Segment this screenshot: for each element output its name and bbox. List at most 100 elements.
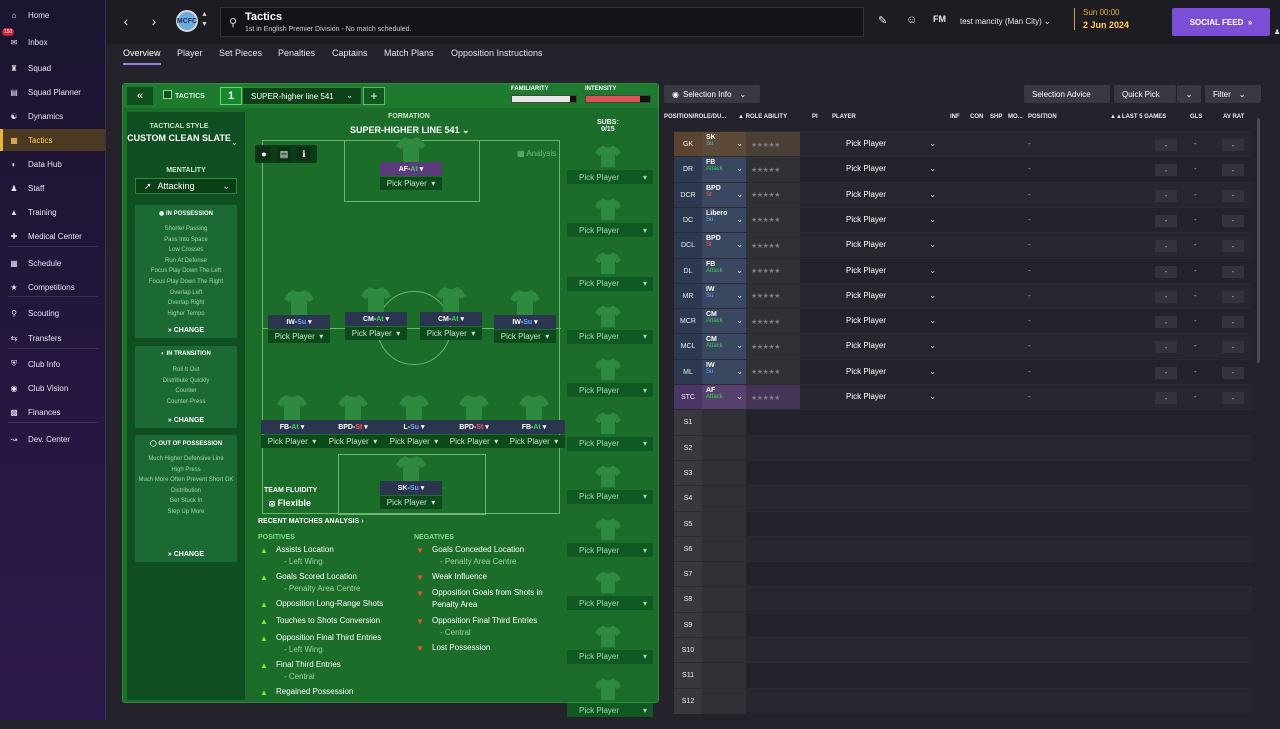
table-row[interactable]: S9 (674, 611, 1252, 638)
pick-player-select[interactable]: Pick Player ▾ (268, 330, 330, 343)
role-duty-select[interactable]: BPD - St ▾ (443, 420, 505, 434)
date-block[interactable]: Sun 00:00 2 Jun 2024 (1074, 8, 1129, 30)
sidebar-item-training[interactable]: ▲ Training (0, 201, 105, 223)
info-view-icon[interactable]: ℹ (297, 147, 311, 161)
familiarity-bar[interactable] (511, 95, 577, 103)
table-row[interactable]: S1 (674, 409, 1252, 436)
page-title-box[interactable]: ⚲ Tactics 1st in English Premier Divisio… (220, 7, 864, 37)
table-row[interactable]: ML IW Su ⌄ ★★★★★ Pick Player ⌄ - - - - (674, 358, 1252, 385)
player-view-icon[interactable]: ● (257, 147, 271, 161)
table-row[interactable]: S7 (674, 561, 1252, 588)
pick-player-select[interactable]: Pick Player ⌄ (846, 266, 936, 275)
pick-player-select[interactable]: Pick Player ▾ (322, 435, 384, 448)
sidebar-item-home[interactable]: ⌂ Home (0, 4, 105, 26)
pick-player-select[interactable]: Pick Player ⌄ (846, 215, 936, 224)
col-mo[interactable]: MO... (1008, 114, 1023, 120)
manager-avatar-icon[interactable]: ☺ (906, 14, 917, 26)
pick-player-select[interactable]: Pick Player ▾ (383, 435, 445, 448)
intensity-bar[interactable] (585, 95, 651, 103)
analysis-toggle[interactable]: ▦ Analysis (517, 149, 556, 158)
sub-slot[interactable]: Pick Player ▾ (567, 304, 653, 356)
table-row[interactable]: DL FB Attack ⌄ ★★★★★ Pick Player ⌄ - - - - (674, 257, 1252, 284)
analysis-item[interactable]: ▲ Goals Scored Location - Penalty Area Cen… (260, 571, 416, 595)
role-duty-select[interactable]: CM Attack ⌄ (702, 334, 746, 360)
col-role-ability-wrap[interactable]: ▲ ROLE ABILITY (738, 114, 787, 120)
club-switch-chevron-icon[interactable]: ▲ ▼ (201, 10, 208, 30)
selection-advice-button[interactable]: Selection Advice (1024, 85, 1110, 103)
sidebar-item-squad[interactable]: ♜ Squad (0, 57, 105, 79)
sidebar-item-club-info[interactable]: ⛨ Club Info (0, 353, 105, 375)
analysis-item[interactable]: ▲ Opposition Long-Range Shots (260, 598, 416, 610)
pick-player-select[interactable]: Pick Player ⌄ (846, 341, 936, 350)
role-duty-select[interactable]: IW - Su ▾ (268, 315, 330, 329)
tactical-style-name[interactable]: CUSTOM CLEAN SLATE (127, 133, 231, 144)
sub-pick-player-select[interactable]: Pick Player ▾ (567, 436, 653, 451)
mentality-select[interactable]: ➚ Attacking ⌄ (135, 178, 237, 194)
analysis-item[interactable]: ▼ Opposition Goals from Shots in Penalty … (416, 587, 557, 611)
role-duty-select[interactable]: BPD St ⌄ (702, 233, 746, 259)
col-con[interactable]: CON (970, 114, 983, 120)
role-duty-select[interactable]: CM Attack ⌄ (702, 309, 746, 335)
pick-player-select[interactable]: Pick Player ▾ (443, 435, 505, 448)
sub-pick-player-select[interactable]: Pick Player ▾ (567, 703, 653, 717)
sub-pick-player-select[interactable]: Pick Player ▾ (567, 649, 653, 664)
sub-slot[interactable]: Pick Player ▾ (567, 144, 653, 196)
sidebar-item-data-hub[interactable]: ◐ Data Hub (0, 153, 105, 175)
tab-overview[interactable]: Overview (123, 48, 161, 65)
table-row[interactable]: S4 (674, 485, 1252, 512)
role-duty-select[interactable]: BPD St ⌄ (702, 182, 746, 208)
col-pi[interactable]: PI (812, 114, 818, 120)
pick-player-select[interactable]: Pick Player ⌄ (846, 367, 936, 376)
change-in-possession-button[interactable]: » CHANGE (135, 327, 237, 334)
col-inf[interactable]: INF (950, 114, 960, 120)
sidebar-item-transfers[interactable]: ⇆ Transfers (0, 327, 105, 349)
fm-logo[interactable]: FM (933, 14, 946, 24)
analysis-item[interactable]: ▲ Regained Possession (260, 686, 416, 698)
sub-slot[interactable]: Pick Player ▾ (567, 570, 653, 622)
sub-pick-player-select[interactable]: Pick Player ▾ (567, 223, 653, 238)
role-duty-select[interactable]: Libero Su ⌄ (702, 207, 746, 233)
sidebar-item-tactics[interactable]: ▦ Tactics (0, 129, 105, 151)
role-duty-select[interactable]: IW Su ⌄ (702, 283, 746, 309)
table-row[interactable]: S10 (674, 637, 1252, 663)
back-arrow-button[interactable]: ‹ (116, 10, 136, 32)
sidebar-item-club-vision[interactable]: ◉ Club Vision (0, 377, 105, 399)
sub-slot[interactable]: Pick Player ▾ (567, 624, 653, 676)
role-duty-select[interactable]: CM - At ▾ (420, 312, 482, 326)
forward-arrow-button[interactable]: › (144, 10, 164, 32)
sidebar-item-schedule[interactable]: ▦ Schedule (0, 252, 105, 274)
role-duty-select[interactable]: SK Su ⌄ (702, 132, 746, 157)
pencil-icon[interactable]: ✎ (878, 14, 887, 27)
role-duty-select[interactable]: AF - At ▾ (380, 162, 442, 176)
col-player[interactable]: PLAYER (832, 114, 856, 120)
pick-player-select[interactable]: Pick Player ▾ (420, 327, 482, 340)
tactic-slot[interactable]: 1 (220, 87, 242, 105)
sidebar-item-dynamics[interactable]: ☯ Dynamics (0, 105, 105, 127)
table-row[interactable]: S5 (674, 510, 1252, 537)
pick-player-select[interactable]: Pick Player ▾ (494, 330, 556, 343)
role-duty-select[interactable]: L - Su ▾ (383, 420, 445, 434)
pick-player-select[interactable]: Pick Player ▾ (503, 435, 565, 448)
pick-player-select[interactable]: Pick Player ⌄ (846, 164, 936, 173)
analysis-item[interactable]: ▼ Weak Influence (416, 571, 557, 583)
sub-pick-player-select[interactable]: Pick Player ▾ (567, 596, 653, 611)
sidebar-item-inbox[interactable]: ✉ Inbox 150 (0, 28, 105, 53)
sub-slot[interactable]: Pick Player ▾ (567, 677, 653, 729)
search-icon[interactable]: ⚲ (229, 16, 237, 29)
table-row[interactable]: S8 (674, 586, 1252, 613)
table-row[interactable]: S3 (674, 459, 1252, 486)
sub-slot[interactable]: Pick Player ▾ (567, 411, 653, 463)
sub-slot[interactable]: Pick Player ▾ (567, 464, 653, 516)
add-tactic-button[interactable]: + (363, 87, 385, 105)
pick-player-select[interactable]: Pick Player ⌄ (846, 392, 936, 401)
role-duty-select[interactable]: BPD - St ▾ (322, 420, 384, 434)
table-row[interactable]: S2 (674, 434, 1252, 461)
role-duty-select[interactable]: IW - Su ▾ (494, 315, 556, 329)
tab-opposition-instructions[interactable]: Opposition Instructions (451, 48, 543, 58)
sub-slot[interactable]: Pick Player ▾ (567, 251, 653, 303)
sidebar-item-finances[interactable]: ▩ Finances (0, 401, 105, 423)
pick-player-select[interactable]: Pick Player ▾ (380, 177, 442, 190)
table-row[interactable]: S11 (674, 662, 1252, 689)
change-out-of-possession-button[interactable]: » CHANGE (135, 551, 237, 558)
table-row[interactable]: DR FB Attack ⌄ ★★★★★ Pick Player ⌄ - - - - (674, 156, 1252, 183)
